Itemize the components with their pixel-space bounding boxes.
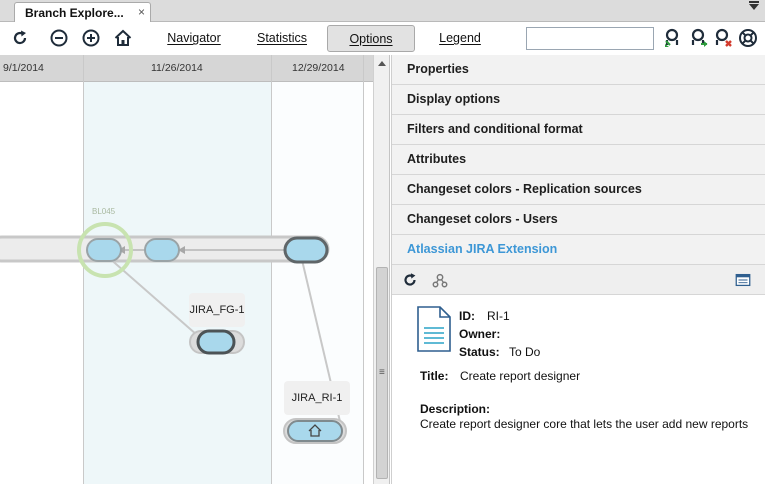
zoom-out-icon[interactable] [49,28,69,48]
document-icon [416,306,452,352]
options-sections: Properties Display options Filters and c… [392,55,765,265]
search-input[interactable] [526,27,654,50]
navigator-button[interactable]: Navigator [160,25,228,52]
section-jira-extension[interactable]: Atlassian JIRA Extension [392,235,765,265]
push-icon[interactable] [688,28,708,48]
changeset-label: BL045 [92,207,116,216]
view-menu-icon[interactable] [749,1,759,10]
section-properties[interactable]: Properties [392,55,765,85]
link-issue-icon[interactable] [431,271,449,289]
calendar-view-icon[interactable] [734,271,752,289]
issue-id: RI-1 [487,309,510,323]
changeset [287,420,343,442]
extension-toolbar [392,265,765,295]
help-icon[interactable] [738,28,758,48]
refresh-icon[interactable] [401,271,419,289]
grip-icon: ≡ [379,367,385,378]
toolbar: Navigator Statistics Options Legend [0,22,765,55]
tab-branch-explorer[interactable]: Branch Explore... × [14,2,151,23]
title-label: Title: [420,369,449,383]
issue-status: To Do [509,345,541,359]
options-button[interactable]: Options [327,25,415,52]
scroll-up-icon[interactable] [378,61,386,66]
section-attributes[interactable]: Attributes [392,145,765,175]
issue-details: ID: RI-1 Owner: Status: To Do Title: Cre… [392,296,765,484]
refresh-icon[interactable] [10,28,30,48]
branch-graph [0,222,347,444]
home-icon[interactable] [113,28,133,48]
vertical-scrollbar[interactable]: ≡ [373,55,390,484]
description-label: Description: [420,402,491,416]
branch-label[interactable]: JIRA_RI-1 [284,381,350,415]
status-label: Status: [459,345,500,359]
changeset [196,329,236,355]
pull-icon[interactable] [662,28,682,48]
branch-explorer-canvas[interactable]: 9/1/2014 11/26/2014 12/29/2014 BL045 JIR… [0,55,373,484]
owner-label: Owner: [459,327,501,341]
tab-strip: Branch Explore... × [0,0,765,23]
changeset [283,236,329,264]
options-panel: Properties Display options Filters and c… [391,55,765,484]
legend-button[interactable]: Legend [432,25,488,52]
close-icon[interactable]: × [138,5,145,19]
section-filters[interactable]: Filters and conditional format [392,115,765,145]
zoom-in-icon[interactable] [81,28,101,48]
changeset [144,238,180,262]
branch-label[interactable]: JIRA_FG-1 [189,293,245,327]
section-replication-colors[interactable]: Changeset colors - Replication sources [392,175,765,205]
remove-sync-icon[interactable] [712,28,732,48]
id-label: ID: [459,309,475,323]
issue-title: Create report designer [460,369,581,383]
scrollbar-thumb[interactable]: ≡ [376,267,388,479]
issue-description: Create report designer core that lets th… [420,417,749,431]
changeset [86,238,122,262]
tab-title: Branch Explore... [25,6,124,20]
section-display-options[interactable]: Display options [392,85,765,115]
section-user-colors[interactable]: Changeset colors - Users [392,205,765,235]
statistics-button[interactable]: Statistics [249,25,315,52]
